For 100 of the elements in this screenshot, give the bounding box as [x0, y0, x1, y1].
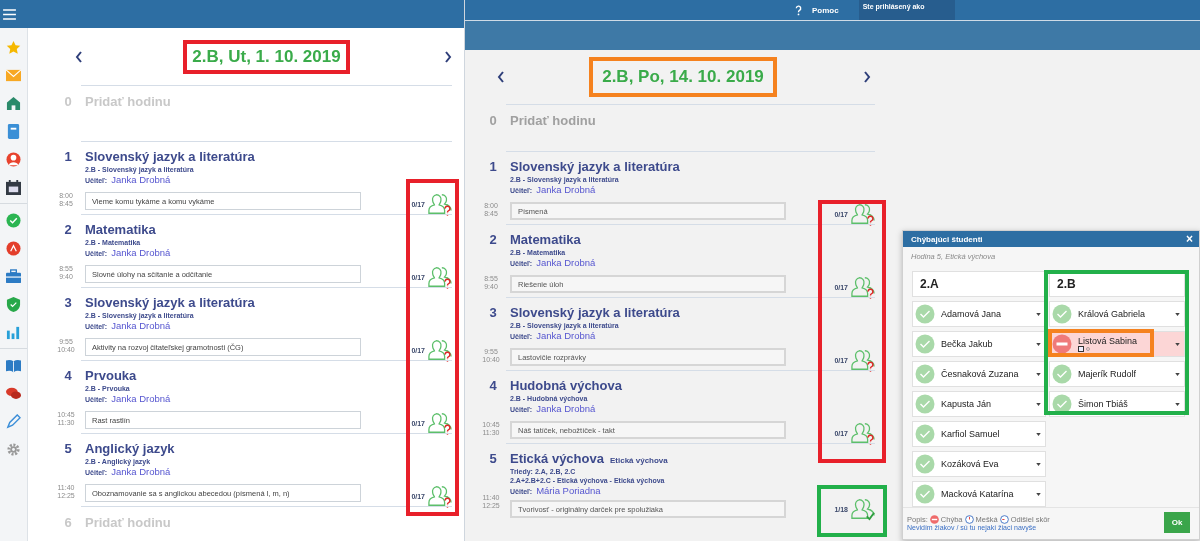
- teacher-name[interactable]: Janka Drobná: [536, 257, 596, 268]
- chevron-left-icon[interactable]: [75, 50, 83, 63]
- subject-title[interactable]: Etická výchova: [510, 451, 604, 467]
- subject-title[interactable]: Slovenský jazyk a literatúra: [510, 159, 680, 175]
- chevron-right-icon[interactable]: [863, 71, 871, 83]
- minus-circle-icon[interactable]: [1052, 334, 1072, 354]
- teacher-name[interactable]: Janka Drobná: [111, 320, 171, 331]
- student-row[interactable]: Adamová Jana: [912, 301, 1046, 327]
- leave-clock-icon: [999, 514, 1009, 524]
- briefcase-icon[interactable]: [6, 268, 21, 284]
- pencil-icon[interactable]: [6, 413, 21, 429]
- caret-icon[interactable]: [1036, 432, 1041, 436]
- chevron-left-icon[interactable]: [497, 71, 505, 83]
- teacher-name[interactable]: Janka Drobná: [111, 247, 171, 258]
- teacher-name[interactable]: Mária Poriadna: [536, 485, 601, 496]
- check-circle-icon[interactable]: [1052, 394, 1072, 414]
- caret-icon[interactable]: [1036, 492, 1041, 496]
- student-name: Karfiol Samuel: [941, 429, 1001, 439]
- teacher-name[interactable]: Janka Drobná: [536, 330, 596, 341]
- caret-icon[interactable]: [1036, 402, 1041, 406]
- student-name: Majerík Rudolf: [1078, 369, 1138, 379]
- home-icon[interactable]: [6, 95, 21, 111]
- grade-circle-icon[interactable]: [6, 240, 21, 256]
- check-circle-icon[interactable]: [915, 424, 935, 444]
- help-link[interactable]: Pomoc: [812, 5, 839, 15]
- lesson-number: 4: [488, 378, 498, 394]
- caret-icon[interactable]: [1175, 342, 1180, 346]
- group-question-icon[interactable]: [851, 275, 875, 299]
- subject-title[interactable]: Slovenský jazyk a literatúra: [510, 305, 680, 321]
- student-name: Bečka Jakub: [941, 339, 994, 349]
- group-question-icon[interactable]: [851, 348, 875, 372]
- teacher-name[interactable]: Janka Drobná: [111, 393, 171, 404]
- day-title: 2.B, Po, 14. 10. 2019: [602, 67, 764, 86]
- student-row[interactable]: Bečka Jakub: [912, 331, 1046, 357]
- teacher-name[interactable]: Janka Drobná: [111, 466, 171, 477]
- subject-title[interactable]: Prvouka: [85, 368, 137, 384]
- check-circle-icon[interactable]: [915, 484, 935, 504]
- student-row[interactable]: Česnaková Zuzana: [912, 361, 1046, 387]
- caret-icon[interactable]: [1175, 372, 1180, 376]
- check-circle-icon[interactable]: [1052, 304, 1072, 324]
- lesson-number: 3: [488, 305, 498, 321]
- dialog-title: Chýbajúci študenti: [911, 234, 983, 244]
- student-row[interactable]: Karfiol Samuel: [912, 421, 1046, 447]
- teacher-name[interactable]: Janka Drobná: [536, 184, 596, 195]
- subject-title[interactable]: Slovenský jazyk a literatúra: [85, 295, 255, 311]
- book-icon[interactable]: [6, 357, 21, 373]
- subject-title[interactable]: Anglický jazyk: [85, 441, 175, 457]
- caret-icon[interactable]: [1175, 402, 1180, 406]
- subject-title[interactable]: Slovenský jazyk a literatúra: [85, 149, 255, 165]
- group-question-icon[interactable]: [428, 192, 452, 216]
- student-row[interactable]: Majerík Rudolf: [1049, 361, 1185, 387]
- help-icon[interactable]: [795, 4, 802, 16]
- group-question-icon[interactable]: [428, 338, 452, 362]
- lesson-number: 4: [63, 368, 73, 384]
- student-row[interactable]: Kozáková Eva: [912, 451, 1046, 477]
- person-icon[interactable]: [6, 151, 21, 167]
- subject-title[interactable]: Matematika: [85, 222, 156, 238]
- caret-icon[interactable]: [1175, 312, 1180, 316]
- group-question-icon[interactable]: [428, 265, 452, 289]
- shield-icon[interactable]: [6, 296, 21, 312]
- student-name: Listová Sabina: [1078, 336, 1139, 346]
- student-row[interactable]: Králová Gabriela: [1049, 301, 1185, 327]
- group-check-icon[interactable]: [851, 497, 875, 521]
- check-circle-icon[interactable]: [915, 454, 935, 474]
- teacher-name[interactable]: Janka Drobná: [536, 403, 596, 414]
- group-question-icon[interactable]: [851, 202, 875, 226]
- chevron-right-icon[interactable]: [444, 50, 452, 63]
- close-button[interactable]: ×: [1186, 233, 1193, 245]
- group-question-icon[interactable]: [851, 421, 875, 445]
- lesson-number: 1: [63, 149, 73, 165]
- subject-title[interactable]: Hudobná výchova: [510, 378, 622, 394]
- student-row[interactable]: Kapusta Ján: [912, 391, 1046, 417]
- star-icon[interactable]: [6, 39, 21, 55]
- student-name: Kapusta Ján: [941, 399, 993, 409]
- check-circle-icon[interactable]: [1052, 364, 1072, 384]
- student-name: Králová Gabriela: [1078, 309, 1147, 319]
- subject-title[interactable]: Matematika: [510, 232, 581, 248]
- caret-icon[interactable]: [1036, 342, 1041, 346]
- lesson-number: 3: [63, 295, 73, 311]
- teacher-name[interactable]: Janka Drobná: [111, 174, 171, 185]
- caret-icon[interactable]: [1036, 372, 1041, 376]
- chat-icon[interactable]: [6, 385, 21, 401]
- check-circle-icon[interactable]: [915, 364, 935, 384]
- calendar-icon[interactable]: [6, 179, 21, 195]
- check-circle-icon[interactable]: [915, 394, 935, 414]
- caret-icon[interactable]: [1036, 312, 1041, 316]
- group-question-icon[interactable]: [428, 484, 452, 508]
- bar-chart-icon[interactable]: [6, 324, 21, 340]
- menu-icon[interactable]: [3, 8, 16, 20]
- caret-icon[interactable]: [1036, 462, 1041, 466]
- lesson-number: 2: [63, 222, 73, 238]
- student-name: Macková Katarína: [941, 489, 1015, 499]
- settings-icon[interactable]: [6, 441, 21, 457]
- check-circle-icon[interactable]: [6, 212, 21, 228]
- lesson-number: 5: [488, 451, 498, 467]
- student-row[interactable]: Macková Katarína: [912, 481, 1046, 507]
- check-circle-icon[interactable]: [915, 334, 935, 354]
- check-circle-icon[interactable]: [915, 304, 935, 324]
- group-question-icon[interactable]: [428, 411, 452, 435]
- notebook-icon[interactable]: [6, 123, 21, 139]
